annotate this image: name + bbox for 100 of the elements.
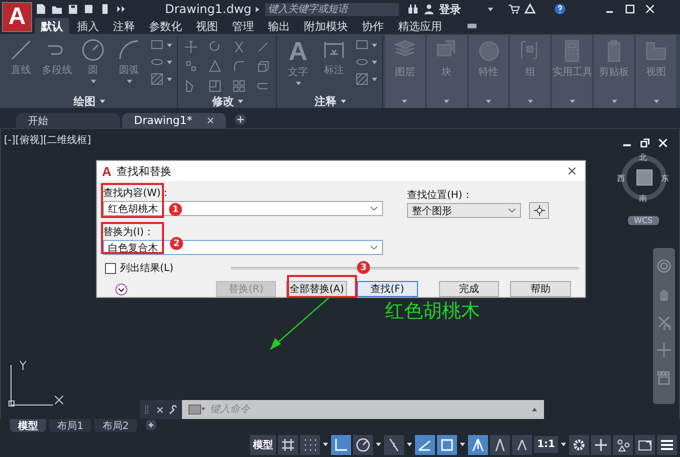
- add-tab-icon[interactable]: [234, 113, 247, 126]
- ribbon-tab[interactable]: 注释: [107, 18, 141, 34]
- maximize-icon[interactable]: [624, 3, 636, 15]
- status-toggle-icon[interactable]: [384, 434, 404, 454]
- user-icon[interactable]: [423, 3, 435, 15]
- login-link[interactable]: 登录: [439, 2, 461, 16]
- search-field[interactable]: 键入关键字或短语: [265, 2, 399, 16]
- fullscreen-icon[interactable]: [635, 434, 655, 454]
- settings-icon[interactable]: [569, 434, 589, 454]
- ribbon-tab[interactable]: 插入: [71, 18, 105, 34]
- model-space-button[interactable]: 模型: [250, 434, 276, 454]
- toolbar-icon[interactable]: [67, 3, 79, 15]
- select-objects-button[interactable]: [529, 202, 549, 219]
- modify-tool-icon[interactable]: [184, 40, 198, 54]
- caret-icon[interactable]: [254, 6, 261, 12]
- plus-icon[interactable]: [591, 434, 611, 454]
- modify-tool-icon[interactable]: [256, 59, 270, 74]
- layout-tab[interactable]: 模型: [10, 418, 46, 432]
- caret-icon[interactable]: [406, 441, 414, 448]
- terminal-icon[interactable]: [188, 404, 206, 415]
- modify-tool-icon[interactable]: [256, 40, 270, 54]
- annotation-scale[interactable]: 1:1: [534, 436, 558, 453]
- status-toggle-icon[interactable]: [353, 434, 374, 454]
- compass-label[interactable]: 北: [639, 153, 647, 162]
- panel-title[interactable]: 注释: [314, 94, 336, 108]
- status-toggle-icon[interactable]: [512, 434, 532, 454]
- ribbon-tab[interactable]: 视图: [190, 18, 224, 34]
- compass-label[interactable]: 西: [617, 174, 625, 183]
- ribbon-tab[interactable]: 参数化: [143, 18, 188, 34]
- status-toggle-icon[interactable]: [331, 434, 352, 454]
- chevron-icon[interactable]: [370, 206, 378, 211]
- ribbon-tab[interactable]: 附加模块: [298, 18, 354, 34]
- ribbon-tab[interactable]: 管理: [226, 18, 260, 34]
- triangle-icon[interactable]: [524, 3, 536, 15]
- chevron-icon[interactable]: [508, 208, 516, 213]
- ribbon-tab[interactable]: 协作: [356, 18, 390, 34]
- status-toggle-icon[interactable]: [437, 434, 458, 454]
- restore-icon[interactable]: [639, 137, 651, 149]
- compass-label[interactable]: 东: [661, 174, 669, 183]
- status-toggle-icon[interactable]: [278, 434, 298, 454]
- menu-icon[interactable]: [657, 434, 677, 454]
- ribbon-tab[interactable]: 默认: [35, 18, 69, 34]
- caret-icon[interactable]: [375, 441, 382, 448]
- status-toggle-icon[interactable]: [490, 434, 510, 454]
- isolate-icon[interactable]: [613, 434, 633, 454]
- status-toggle-icon[interactable]: [300, 434, 320, 454]
- app-logo: A: [102, 164, 112, 178]
- status-toggle-icon[interactable]: [415, 434, 436, 454]
- help-icon[interactable]: [554, 3, 566, 15]
- viewcube-ring[interactable]: [619, 153, 669, 203]
- caret-icon[interactable]: [487, 6, 494, 12]
- draw-tool-icon[interactable]: [355, 38, 369, 52]
- ribbon-tab[interactable]: 精选应用: [392, 18, 448, 34]
- wrench-icon[interactable]: [168, 404, 178, 416]
- status-toggle-icon[interactable]: [468, 434, 488, 454]
- cart-icon[interactable]: [508, 3, 520, 15]
- caret-icon[interactable]: [340, 98, 346, 104]
- dialog-button[interactable]: 完成: [438, 281, 500, 297]
- drawing-text: 红色胡桃木: [385, 300, 480, 322]
- modify-tool-icon[interactable]: [232, 59, 246, 74]
- viewcube-face[interactable]: [636, 169, 653, 186]
- close-icon[interactable]: [567, 166, 577, 176]
- panel-title[interactable]: 修改: [212, 94, 234, 108]
- expand-icon[interactable]: [115, 282, 128, 296]
- document-tab[interactable]: Drawing1*: [122, 113, 226, 128]
- highlight-box: [101, 222, 164, 254]
- modify-tool-icon[interactable]: [232, 78, 246, 93]
- document-tab[interactable]: 开始: [16, 113, 120, 128]
- add-tab-icon[interactable]: [146, 420, 156, 430]
- command-bar[interactable]: 键入命令: [182, 400, 544, 419]
- modify-tool-icon[interactable]: [208, 59, 222, 74]
- layout-tab[interactable]: 布局1: [49, 418, 92, 432]
- layout-tab[interactable]: 布局2: [94, 418, 137, 432]
- dialog-button[interactable]: 全部替换(A): [286, 281, 348, 297]
- draw-tool-icon[interactable]: [150, 38, 164, 52]
- caret-icon[interactable]: [237, 98, 244, 104]
- binoculars-icon[interactable]: [407, 3, 419, 15]
- caret-icon[interactable]: [459, 441, 466, 448]
- toolbar-icon[interactable]: [35, 3, 47, 15]
- list-results-checkbox[interactable]: 列出结果(L): [105, 261, 174, 275]
- caret-icon[interactable]: [322, 441, 330, 448]
- caret-icon: [526, 98, 534, 105]
- ribbon-tab[interactable]: 输出: [262, 18, 296, 34]
- chevron-icon[interactable]: [370, 245, 378, 250]
- app-logo[interactable]: A: [2, 2, 32, 32]
- scope-dropdown[interactable]: 整个图形: [407, 203, 521, 218]
- modify-tool-icon[interactable]: [208, 40, 222, 54]
- draw-tool-icon[interactable]: [355, 72, 369, 86]
- modify-tool-icon[interactable]: [208, 78, 222, 93]
- caret-icon[interactable]: [560, 441, 567, 448]
- modify-tool-icon[interactable]: [184, 59, 198, 74]
- caret-icon[interactable]: [98, 98, 106, 104]
- dialog-button[interactable]: 查找(F): [357, 281, 418, 297]
- draw-tool-icon[interactable]: [150, 72, 164, 86]
- toolbar-icon[interactable]: [83, 3, 95, 15]
- dialog-button[interactable]: 帮助: [510, 281, 571, 297]
- viewport-label[interactable]: [-][俯视][二维线框]: [4, 133, 92, 147]
- command-field[interactable]: 键入命令: [210, 404, 527, 415]
- panel-title[interactable]: 绘图: [74, 94, 96, 108]
- compass-label[interactable]: 南: [639, 194, 647, 203]
